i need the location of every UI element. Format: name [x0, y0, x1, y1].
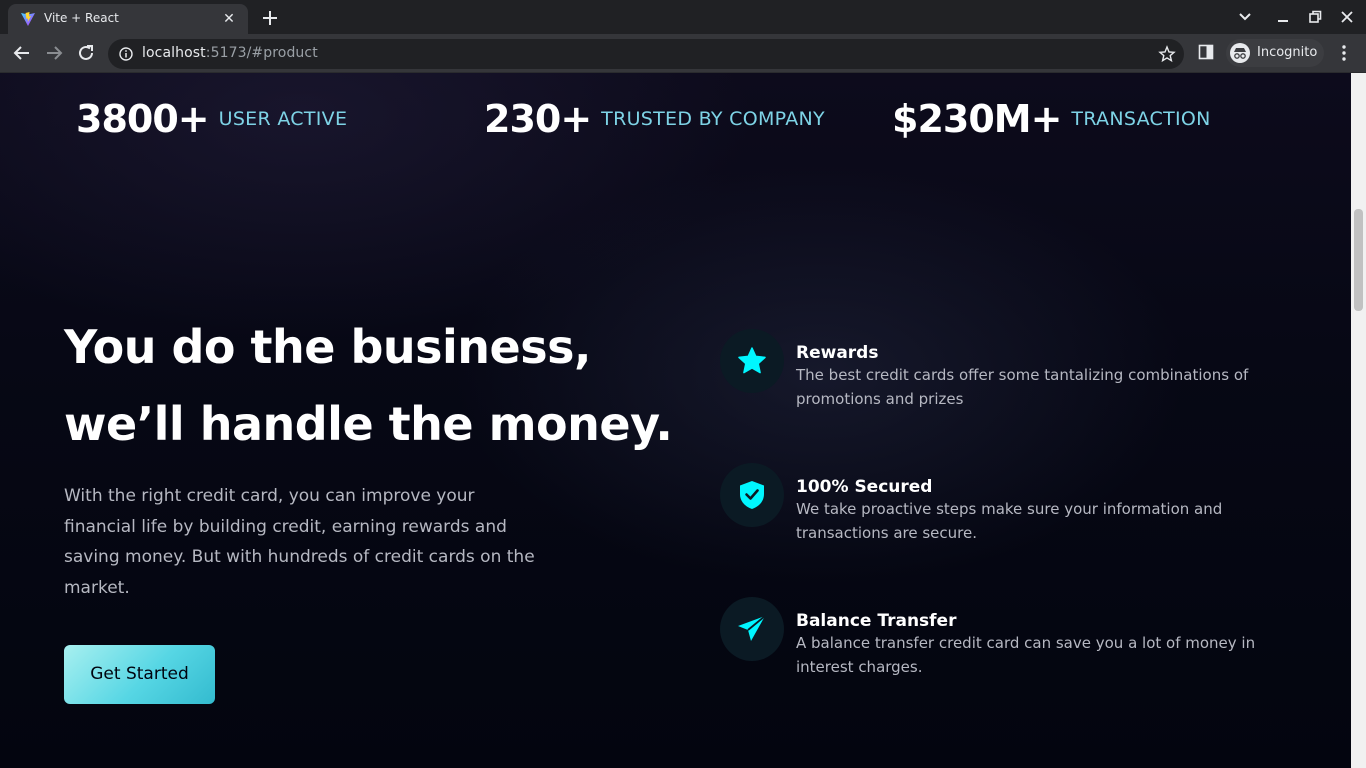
vite-logo-icon: [21, 12, 35, 26]
stat-value: $230M+: [892, 97, 1062, 141]
stat-user-active: 3800+ USER ACTIVE: [76, 97, 347, 147]
scrollbar-thumb[interactable]: [1354, 209, 1363, 311]
browser-tabstrip: Vite + React ✕: [0, 0, 1366, 34]
incognito-badge[interactable]: Incognito: [1226, 39, 1324, 67]
feature-balance-transfer: Balance Transfer A balance transfer cred…: [720, 597, 1280, 687]
url-path: :5173/#product: [205, 45, 318, 61]
tab-search-chevron-icon[interactable]: [1236, 8, 1254, 26]
get-started-button[interactable]: Get Started: [64, 645, 215, 704]
stat-value: 3800+: [76, 97, 210, 141]
close-tab-icon[interactable]: ✕: [220, 10, 238, 28]
new-tab-icon[interactable]: [258, 6, 282, 30]
stat-transaction: $230M+ TRANSACTION: [892, 97, 1211, 147]
star-icon: [738, 347, 766, 374]
feature-icon-wrapper: [720, 329, 784, 393]
more-menu-icon[interactable]: [1336, 43, 1352, 63]
back-arrow-icon[interactable]: [12, 43, 32, 63]
shield-icon: [740, 481, 764, 509]
bookmark-star-icon[interactable]: [1158, 45, 1176, 63]
site-info-icon[interactable]: [119, 47, 133, 61]
stat-value: 230+: [484, 97, 592, 141]
restore-icon[interactable]: [1306, 8, 1324, 26]
forward-arrow-icon[interactable]: [44, 43, 64, 63]
business-headline: You do the business, we’ll handle the mo…: [64, 309, 704, 463]
feature-title: Rewards: [796, 343, 879, 363]
headline-line-1: You do the business,: [64, 320, 591, 374]
page-viewport: 3800+ USER ACTIVE 230+ TRUSTED BY COMPANY …: [0, 73, 1351, 768]
browser-toolbar: localhost:5173/#product Incognito: [0, 34, 1366, 73]
incognito-label: Incognito: [1257, 45, 1318, 60]
close-window-icon[interactable]: [1338, 8, 1356, 26]
feature-description: A balance transfer credit card can save …: [796, 634, 1256, 676]
tab-title: Vite + React: [44, 11, 119, 25]
feature-secured: 100% Secured We take proactive steps mak…: [720, 463, 1280, 553]
headline-line-2: we’ll handle the money.: [64, 397, 673, 451]
stat-label: USER ACTIVE: [218, 108, 348, 130]
stat-label: TRUSTED BY COMPANY: [601, 108, 825, 130]
feature-description: We take proactive steps make sure your i…: [796, 500, 1223, 542]
stat-trusted-by-company: 230+ TRUSTED BY COMPANY: [484, 97, 825, 147]
feature-icon-wrapper: [720, 463, 784, 527]
feature-title: 100% Secured: [796, 477, 933, 497]
browser-tab[interactable]: Vite + React ✕: [8, 4, 248, 34]
side-panel-icon[interactable]: [1198, 44, 1214, 60]
feature-rewards: Rewards The best credit cards offer some…: [720, 329, 1280, 419]
url-host: localhost: [142, 45, 206, 61]
page-scrollbar[interactable]: [1351, 73, 1366, 768]
incognito-icon: [1230, 43, 1250, 63]
feature-description: The best credit cards offer some tantali…: [796, 366, 1249, 408]
stat-label: TRANSACTION: [1071, 108, 1211, 130]
feature-icon-wrapper: [720, 597, 784, 661]
business-paragraph: With the right credit card, you can impr…: [64, 486, 535, 598]
minimize-icon[interactable]: [1274, 8, 1292, 26]
feature-title: Balance Transfer: [796, 611, 957, 631]
url-text[interactable]: localhost:5173/#product: [142, 45, 318, 61]
address-bar[interactable]: localhost:5173/#product: [108, 39, 1184, 69]
reload-icon[interactable]: [76, 43, 96, 63]
send-icon: [738, 615, 766, 641]
